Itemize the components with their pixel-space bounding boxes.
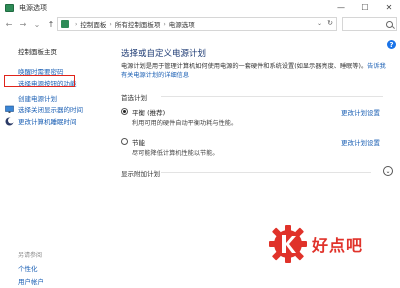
change-plan-settings-link[interactable]: 更改计划设置 [341,137,380,147]
breadcrumb-all-items[interactable]: 所有控制面板项 [115,19,161,29]
plan-name: 节能 [132,139,145,147]
see-also-heading: 另请参阅 [18,252,43,259]
breadcrumb-control-panel[interactable]: 控制面板 [80,19,106,29]
watermark: 好点吧 [268,224,363,264]
highlight-annotation-box [4,75,75,87]
maximize-button[interactable]: ☐ [358,2,372,13]
close-button[interactable]: ✕ [382,2,396,13]
section-divider [161,96,383,97]
sidebar-home-link[interactable]: 控制面板主页 [18,46,57,56]
breadcrumb-power-options[interactable]: 电源选项 [169,19,195,29]
sidebar-item-sleep-time[interactable]: 更改计算机睡眠时间 [5,116,77,126]
control-panel-icon [61,20,69,28]
forward-arrow-icon[interactable]: → [18,20,28,29]
watermark-logo-icon [269,225,307,263]
sidebar-item-display-off[interactable]: 选择关闭显示器的时间 [5,104,83,114]
navigation-bar: ← → ⌄ ↑ › 控制面板 › 所有控制面板项 › 电源选项 ⌄ ↻ [0,16,400,33]
monitor-icon [5,105,14,114]
sidebar: 控制面板主页 唤醒时需要密码 选择电源按钮的功能 创建电源计划 选择关闭显示器的… [0,33,110,288]
window-title: 电源选项 [19,4,47,12]
refresh-icon[interactable]: ↻ [327,19,333,27]
page-title: 选择或自定义电源计划 [121,49,207,59]
help-icon[interactable]: ? [387,40,396,49]
sidebar-link-user-accounts[interactable]: 用户帐户 [18,276,44,286]
watermark-text: 好点吧 [312,236,364,255]
plan-description: 利用可用的硬件自动平衡功耗与性能。 [132,120,238,127]
back-arrow-icon[interactable]: ← [4,20,14,29]
power-options-icon [5,4,14,12]
sidebar-item-label: 更改计算机睡眠时间 [18,118,77,126]
preferred-plans-label: 首选计划 [121,94,147,102]
recent-locations-icon[interactable]: ⌄ [32,20,42,29]
minimize-button[interactable]: — [334,2,348,13]
plan-power-saver[interactable]: 节能 [121,137,145,147]
breadcrumb-separator-icon: › [75,20,78,28]
breadcrumb-separator-icon: › [109,20,112,28]
plan-description: 尽可能降低计算机性能以节能。 [132,150,219,157]
plan-name: 平衡 (推荐) [132,109,166,117]
section-divider [161,172,371,173]
address-bar[interactable]: › 控制面板 › 所有控制面板项 › 电源选项 ⌄ ↻ [57,17,337,31]
change-plan-settings-link[interactable]: 更改计划设置 [341,107,380,117]
window-controls: — ☐ ✕ [334,2,396,13]
title-bar: 电源选项 — ☐ ✕ [0,0,400,16]
plan-balanced[interactable]: 平衡 (推荐) [121,107,165,117]
breadcrumb-separator-icon: › [163,20,166,28]
show-additional-plans-label[interactable]: 显示附加计划 [121,168,160,178]
sidebar-item-label: 选择关闭显示器的时间 [18,106,83,114]
page-description: 电源计划是用于管理计算机如何使用电源的一套硬件和系统设置(如显示器亮度、睡眠等)… [121,62,386,80]
address-dropdown-icon[interactable]: ⌄ [317,20,322,27]
plan-radio-selected[interactable] [121,108,128,115]
search-icon [386,20,393,28]
moon-icon [5,117,14,126]
sidebar-link-personalization[interactable]: 个性化 [18,263,38,273]
chevron-down-icon[interactable]: ⌄ [383,166,393,176]
sidebar-item-create-plan[interactable]: 创建电源计划 [18,93,57,103]
search-box[interactable] [342,17,397,31]
description-text: 电源计划是用于管理计算机如何使用电源的一套硬件和系统设置(如显示器亮度、睡眠等)… [121,63,368,70]
plan-radio[interactable] [121,138,128,145]
up-arrow-icon[interactable]: ↑ [46,20,56,29]
